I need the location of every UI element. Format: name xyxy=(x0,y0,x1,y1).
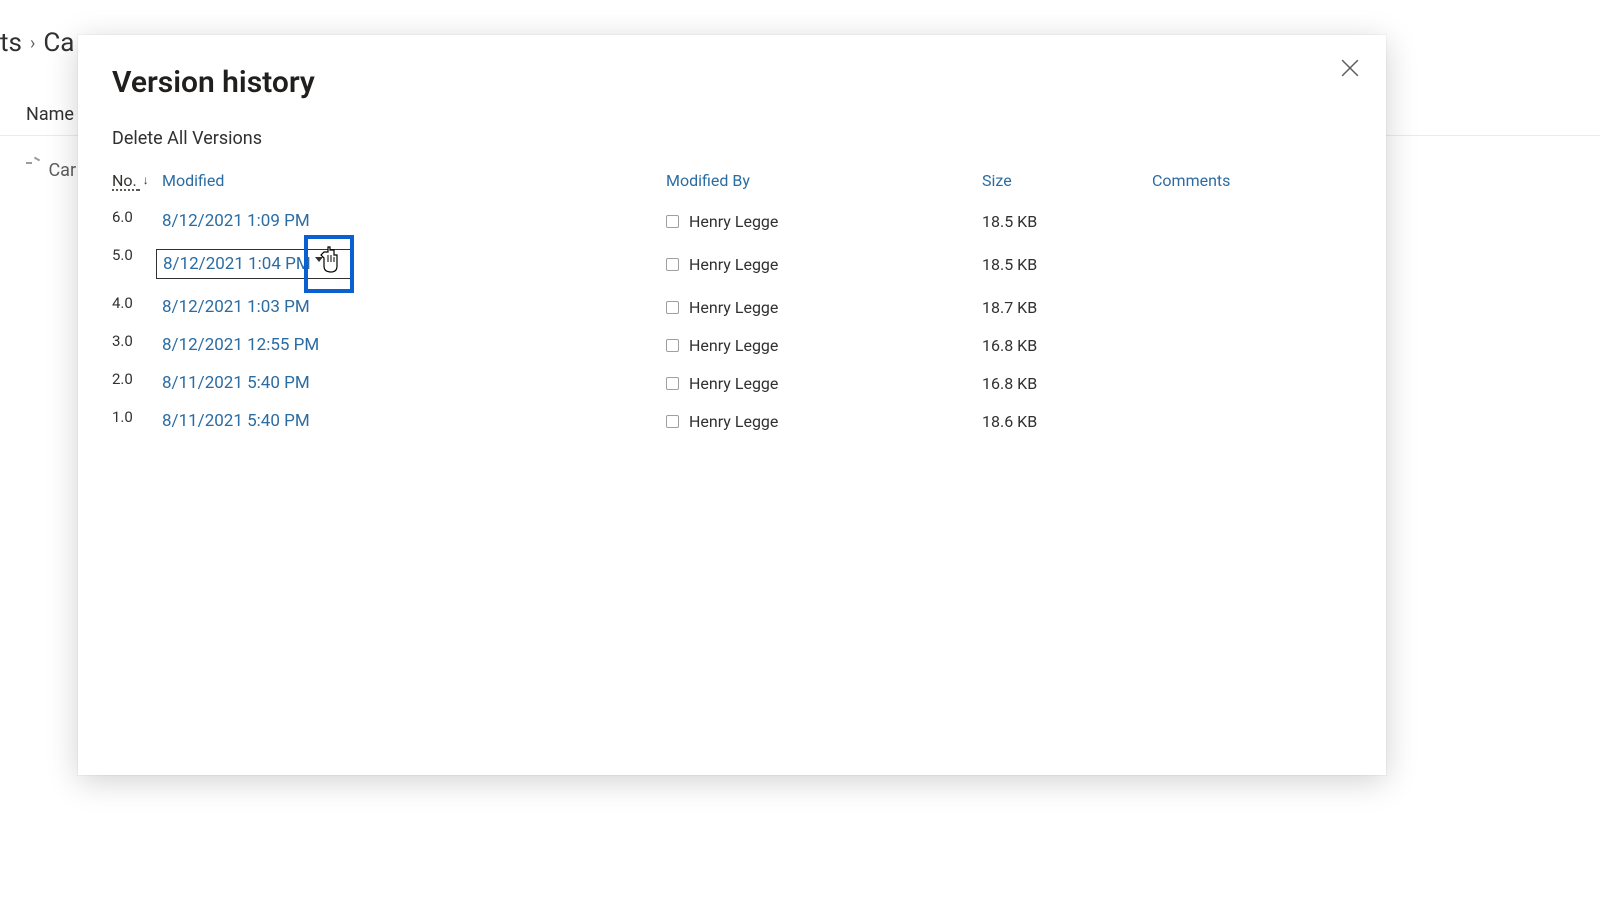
version-date-link[interactable]: 8/11/2021 5:40 PM xyxy=(162,373,310,393)
column-header-modified-by[interactable]: Modified By xyxy=(666,171,982,202)
version-date-link[interactable]: 8/12/2021 1:09 PM xyxy=(162,211,310,231)
column-header-comments[interactable]: Comments xyxy=(1152,171,1352,202)
modal-title: Version history xyxy=(112,65,1352,100)
presence-icon xyxy=(666,301,679,314)
cell-comments xyxy=(1152,202,1352,240)
version-date-link[interactable]: 8/12/2021 12:55 PM xyxy=(162,335,319,355)
presence-icon xyxy=(666,215,679,228)
author-name: Henry Legge xyxy=(689,298,778,317)
cell-no: 6.0 xyxy=(112,202,162,240)
cell-modified[interactable]: 8/12/2021 1:09 PM xyxy=(162,202,666,240)
cell-size: 16.8 KB xyxy=(982,364,1152,402)
presence-icon xyxy=(666,339,679,352)
cell-size: 18.7 KB xyxy=(982,288,1152,326)
delete-all-versions-link[interactable]: Delete All Versions xyxy=(112,128,1352,149)
author-name: Henry Legge xyxy=(689,255,778,274)
author-name: Henry Legge xyxy=(689,212,778,231)
cell-modified[interactable]: 8/12/2021 12:55 PM xyxy=(162,326,666,364)
modal-overlay: Version history Delete All Versions No. … xyxy=(0,0,1600,900)
cell-size: 18.6 KB xyxy=(982,402,1152,440)
cell-modified[interactable]: 8/12/2021 1:03 PM xyxy=(162,288,666,326)
presence-icon xyxy=(666,377,679,390)
author-name: Henry Legge xyxy=(689,336,778,355)
close-icon xyxy=(1341,59,1359,77)
cell-comments xyxy=(1152,364,1352,402)
cell-no: 3.0 xyxy=(112,326,162,364)
version-date-link[interactable]: 8/12/2021 1:04 PM xyxy=(163,254,311,274)
cell-comments xyxy=(1152,402,1352,440)
cell-modified-by[interactable]: Henry Legge xyxy=(666,364,982,402)
author-name: Henry Legge xyxy=(689,374,778,393)
close-button[interactable] xyxy=(1334,53,1366,85)
cell-comments xyxy=(1152,326,1352,364)
cell-modified-by[interactable]: Henry Legge xyxy=(666,202,982,240)
cell-comments xyxy=(1152,288,1352,326)
cell-no: 5.0 xyxy=(112,240,162,288)
cell-modified-by[interactable]: Henry Legge xyxy=(666,402,982,440)
cell-no: 1.0 xyxy=(112,402,162,440)
version-date-link[interactable]: 8/11/2021 5:40 PM xyxy=(162,411,310,431)
cell-no: 4.0 xyxy=(112,288,162,326)
cell-modified[interactable]: 8/11/2021 5:40 PM xyxy=(162,364,666,402)
sort-arrow-down-icon: ↓ xyxy=(143,173,149,187)
cell-modified[interactable]: 8/12/2021 1:04 PM xyxy=(162,240,666,288)
cell-no: 2.0 xyxy=(112,364,162,402)
presence-icon xyxy=(666,415,679,428)
column-header-no[interactable]: No. ↓ xyxy=(112,171,162,202)
column-header-size[interactable]: Size xyxy=(982,171,1152,202)
cursor-pointer-icon xyxy=(319,246,343,276)
cell-modified-by[interactable]: Henry Legge xyxy=(666,326,982,364)
cell-size: 18.5 KB xyxy=(982,202,1152,240)
cell-comments xyxy=(1152,240,1352,288)
cell-modified-by[interactable]: Henry Legge xyxy=(666,288,982,326)
version-date-link[interactable]: 8/12/2021 1:03 PM xyxy=(162,297,310,317)
versions-table: No. ↓ Modified Modified By Size Comments… xyxy=(112,171,1352,440)
author-name: Henry Legge xyxy=(689,412,778,431)
cell-modified[interactable]: 8/11/2021 5:40 PM xyxy=(162,402,666,440)
presence-icon xyxy=(666,258,679,271)
column-header-no-label: No. xyxy=(112,171,137,190)
version-history-modal: Version history Delete All Versions No. … xyxy=(78,35,1386,775)
column-header-modified[interactable]: Modified xyxy=(162,171,666,202)
cell-size: 18.5 KB xyxy=(982,240,1152,288)
cell-size: 16.8 KB xyxy=(982,326,1152,364)
cell-modified-by[interactable]: Henry Legge xyxy=(666,240,982,288)
